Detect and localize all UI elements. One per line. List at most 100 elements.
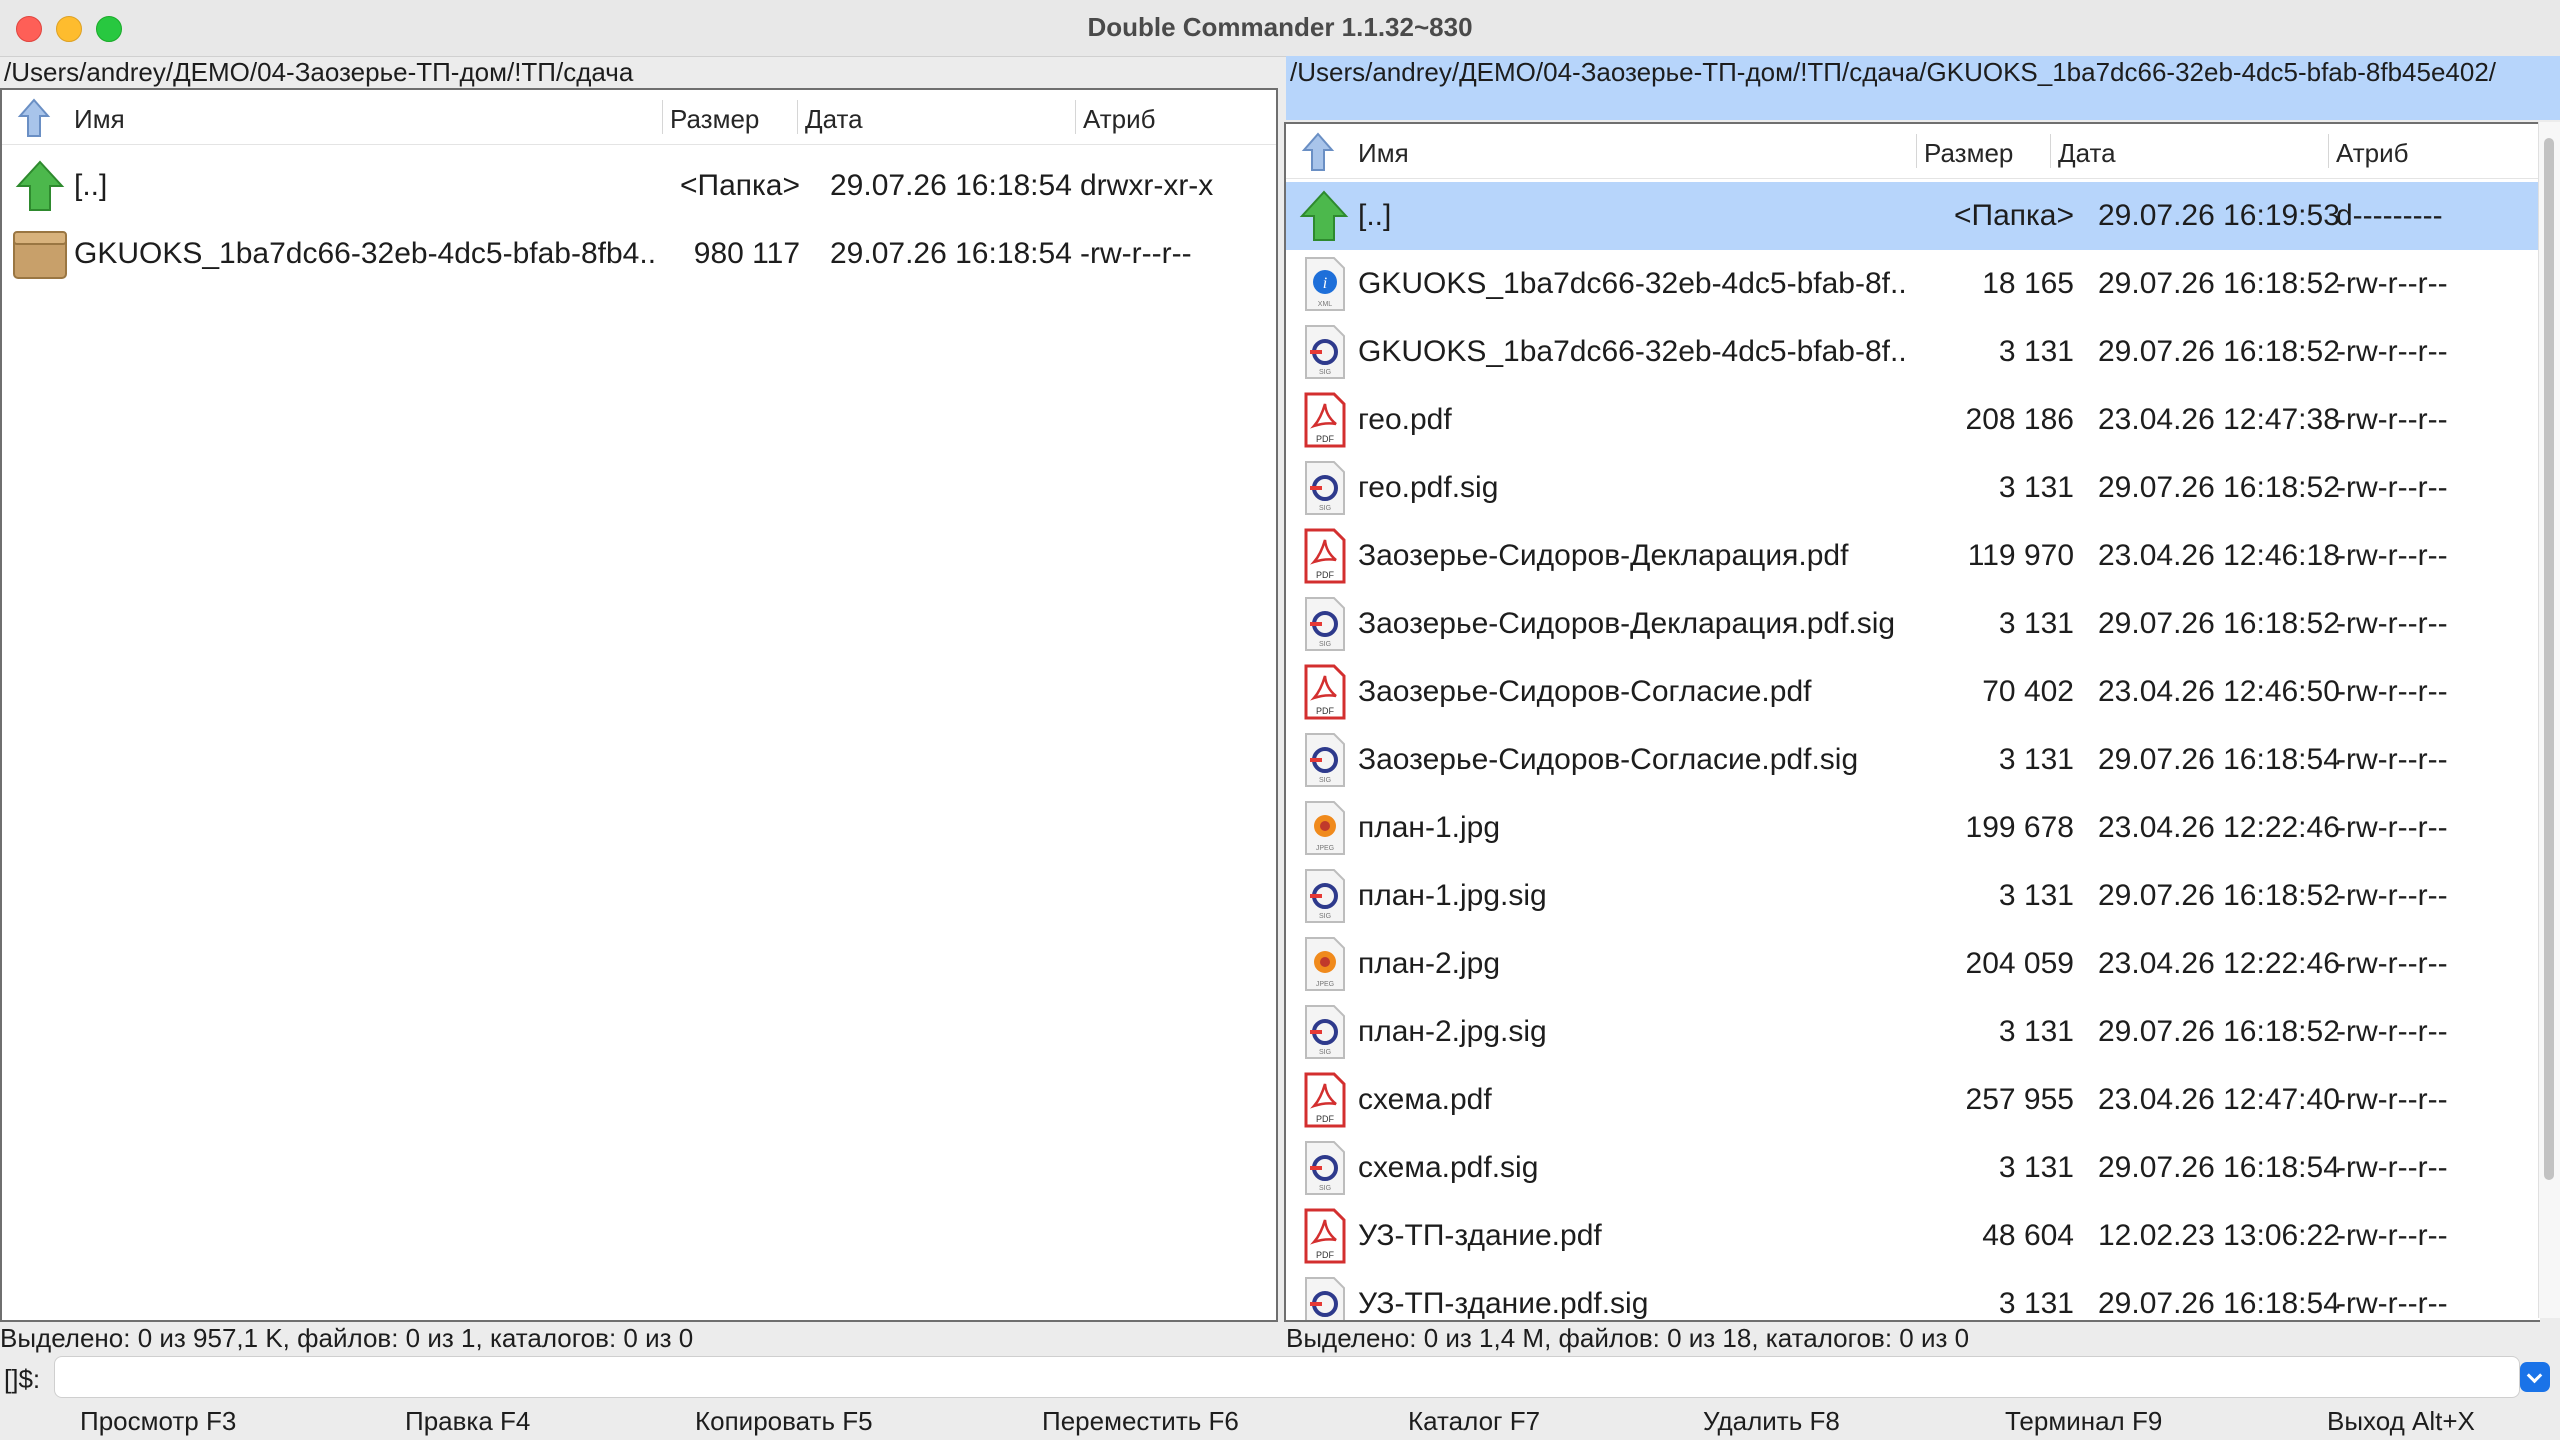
file-name: Заозерье-Сидоров-Декларация.pdf.sig — [1358, 607, 1896, 640]
file-row[interactable]: SIG Заозерье-Сидоров-Декларация.pdf.sig 3 … — [1286, 590, 2540, 658]
file-attributes: -rw-r--r-- — [2336, 1219, 2448, 1252]
file-name: план-1.jpg.sig — [1358, 879, 1547, 912]
file-name: GKUOKS_1ba7dc66-32eb-4dc5-bfab-8fb4.. — [74, 237, 657, 270]
parent-dir-arrow-icon[interactable] — [1300, 132, 1336, 172]
file-date: 23.04.26 12:22:46 — [2098, 947, 2340, 980]
file-row[interactable]: PDF Заозерье-Сидоров-Декларация.pdf 119 97… — [1286, 522, 2540, 590]
file-row[interactable]: SIG GKUOKS_1ba7dc66-32eb-4dc5-bfab-8f.. 3 … — [1286, 318, 2540, 386]
file-row[interactable]: [..] <Папка> 29.07.26 16:18:54 drwxr-xr-x — [2, 152, 1276, 220]
file-date: 23.04.26 12:47:38 — [2098, 403, 2340, 436]
file-row[interactable]: SIGУЗ-ТП-здание.pdf.sig 3 131 29.07.26 16:… — [1286, 1270, 2540, 1320]
sig-icon: SIG — [1296, 460, 1352, 516]
file-size: 3 131 — [1998, 879, 2074, 912]
right-path-bar[interactable]: /Users/andrey/ДЕМО/04-Заозерье-ТП-дом/!Т… — [1286, 56, 2560, 120]
jpeg-icon: JPEG — [1296, 936, 1352, 992]
file-row[interactable]: SIG Заозерье-Сидоров-Согласие.pdf.sig 3 13… — [1286, 726, 2540, 794]
sig-icon: SIG — [1296, 324, 1352, 380]
right-file-panel[interactable]: Имя Размер Дата Атриб [..] <Папка> 29.07.2… — [1284, 122, 2540, 1322]
pdf-icon: PDF — [1296, 664, 1352, 720]
file-size: <Папка> — [1954, 199, 2074, 232]
file-date: 29.07.26 16:19:53 — [2098, 199, 2340, 232]
svg-text:SIG: SIG — [1319, 369, 1331, 376]
file-row[interactable]: SIG схема.pdf.sig 3 131 29.07.26 16:18:54 -r… — [1286, 1134, 2540, 1202]
fkey-button-7[interactable]: Каталог F7 — [1408, 1406, 1540, 1437]
fkey-button-10[interactable]: Выход Alt+X — [2327, 1406, 2475, 1437]
command-line-input[interactable] — [54, 1356, 2520, 1398]
right-panel-scrollbar[interactable] — [2538, 122, 2560, 1318]
file-size: 257 955 — [1965, 1083, 2074, 1116]
file-row[interactable]: JPEG план-2.jpg 204 059 23.04.26 12:22:46 -r… — [1286, 930, 2540, 998]
xml-icon: i XML — [1296, 256, 1352, 312]
file-row[interactable]: PDF схема.pdf 257 955 23.04.26 12:47:40 -rw-… — [1286, 1066, 2540, 1134]
file-name: гео.pdf — [1358, 403, 1452, 436]
file-name: план-2.jpg — [1358, 947, 1501, 980]
file-size: 3 131 — [1998, 1287, 2074, 1320]
file-size: 204 059 — [1965, 947, 2074, 980]
column-name[interactable]: Имя — [74, 104, 125, 135]
file-size: 3 131 — [1998, 743, 2074, 776]
file-name: [..] — [74, 169, 108, 202]
window-title: Double Commander 1.1.32~830 — [1087, 12, 1473, 42]
file-name: УЗ-ТП-здание.pdf — [1358, 1219, 1602, 1252]
sig-icon: SIG — [1296, 732, 1352, 788]
file-row[interactable]: JPEG план-1.jpg 199 678 23.04.26 12:22:46 -r… — [1286, 794, 2540, 862]
column-size[interactable]: Размер — [670, 104, 759, 135]
file-row[interactable]: SIG план-2.jpg.sig 3 131 29.07.26 16:18:52-… — [1286, 998, 2540, 1066]
file-row[interactable]: SIG гео.pdf.sig 3 131 29.07.26 16:18:52 -rw-… — [1286, 454, 2540, 522]
file-row[interactable]: [..] <Папка> 29.07.26 16:19:53 d--------- — [1286, 182, 2540, 250]
file-name: [..] — [1358, 199, 1392, 232]
fkey-button-4[interactable]: Правка F4 — [405, 1406, 530, 1437]
file-attributes: -rw-r--r-- — [2336, 607, 2448, 640]
file-name: Заозерье-Сидоров-Декларация.pdf — [1358, 539, 1849, 572]
column-date[interactable]: Дата — [805, 104, 863, 135]
column-name[interactable]: Имя — [1358, 138, 1409, 169]
svg-text:SIG: SIG — [1319, 1049, 1331, 1056]
file-attributes: -rw-r--r-- — [2336, 675, 2448, 708]
jpeg-icon: JPEG — [1296, 800, 1352, 856]
file-row[interactable]: PDF УЗ-ТП-здание.pdf 48 604 12.02.23 13:06:… — [1286, 1202, 2540, 1270]
pdf-icon: PDF — [1296, 1072, 1352, 1128]
file-date: 29.07.26 16:18:52 — [2098, 267, 2340, 300]
file-attributes: -rw-r--r-- — [2336, 743, 2448, 776]
file-attributes: -rw-r--r-- — [2336, 947, 2448, 980]
fkey-button-5[interactable]: Копировать F5 — [695, 1406, 873, 1437]
sig-icon: SIG — [1296, 868, 1352, 924]
parent-dir-arrow-icon[interactable] — [16, 98, 52, 138]
file-attributes: d--------- — [2336, 199, 2443, 232]
left-path-bar[interactable]: /Users/andrey/ДЕМО/04-Заозерье-ТП-дом/!Т… — [0, 56, 1274, 88]
fkey-button-8[interactable]: Удалить F8 — [1703, 1406, 1840, 1437]
svg-text:SIG: SIG — [1319, 641, 1331, 648]
column-date[interactable]: Дата — [2058, 138, 2116, 169]
file-date: 23.04.26 12:46:50 — [2098, 675, 2340, 708]
file-size: 119 970 — [1967, 539, 2074, 572]
file-attributes: -rw-r--r-- — [2336, 879, 2448, 912]
command-history-dropdown[interactable] — [2520, 1362, 2550, 1392]
fkey-button-3[interactable]: Просмотр F3 — [80, 1406, 236, 1437]
column-size[interactable]: Размер — [1924, 138, 2013, 169]
file-attributes: -rw-r--r-- — [1080, 237, 1192, 270]
file-row[interactable]: SIG план-1.jpg.sig 3 131 29.07.26 16:18:52-… — [1286, 862, 2540, 930]
svg-text:PDF: PDF — [1316, 434, 1335, 444]
file-date: 29.07.26 16:18:52 — [2098, 471, 2340, 504]
file-date: 29.07.26 16:18:54 — [2098, 1287, 2340, 1320]
fkey-button-9[interactable]: Терминал F9 — [2005, 1406, 2162, 1437]
file-row[interactable]: PDF гео.pdf 208 186 23.04.26 12:47:38 -rw-r-… — [1286, 386, 2540, 454]
file-date: 23.04.26 12:22:46 — [2098, 811, 2340, 844]
file-row[interactable]: i XML GKUOKS_1ba7dc66-32eb-4dc5-bfab-8f.. 1… — [1286, 250, 2540, 318]
file-date: 29.07.26 16:18:52 — [2098, 1015, 2340, 1048]
pdf-icon: PDF — [1296, 392, 1352, 448]
fkey-button-6[interactable]: Переместить F6 — [1042, 1406, 1239, 1437]
svg-text:PDF: PDF — [1316, 570, 1335, 580]
svg-text:JPEG: JPEG — [1316, 845, 1334, 852]
column-attr[interactable]: Атриб — [2336, 138, 2409, 169]
right-column-header: Имя Размер Дата Атриб — [1286, 124, 2540, 179]
left-file-panel[interactable]: Имя Размер Дата Атриб [..] <Папка> 29.07.2… — [0, 88, 1278, 1322]
file-date: 29.07.26 16:18:52 — [2098, 879, 2340, 912]
column-attr[interactable]: Атриб — [1083, 104, 1156, 135]
title-bar: Double Commander 1.1.32~830 — [0, 0, 2560, 57]
svg-text:SIG: SIG — [1319, 1185, 1331, 1192]
svg-text:JPEG: JPEG — [1316, 981, 1334, 988]
scrollbar-thumb[interactable] — [2544, 138, 2554, 1180]
file-row[interactable]: GKUOKS_1ba7dc66-32eb-4dc5-bfab-8fb4.. 980… — [2, 220, 1276, 288]
file-row[interactable]: PDF Заозерье-Сидоров-Согласие.pdf 70 402 23… — [1286, 658, 2540, 726]
